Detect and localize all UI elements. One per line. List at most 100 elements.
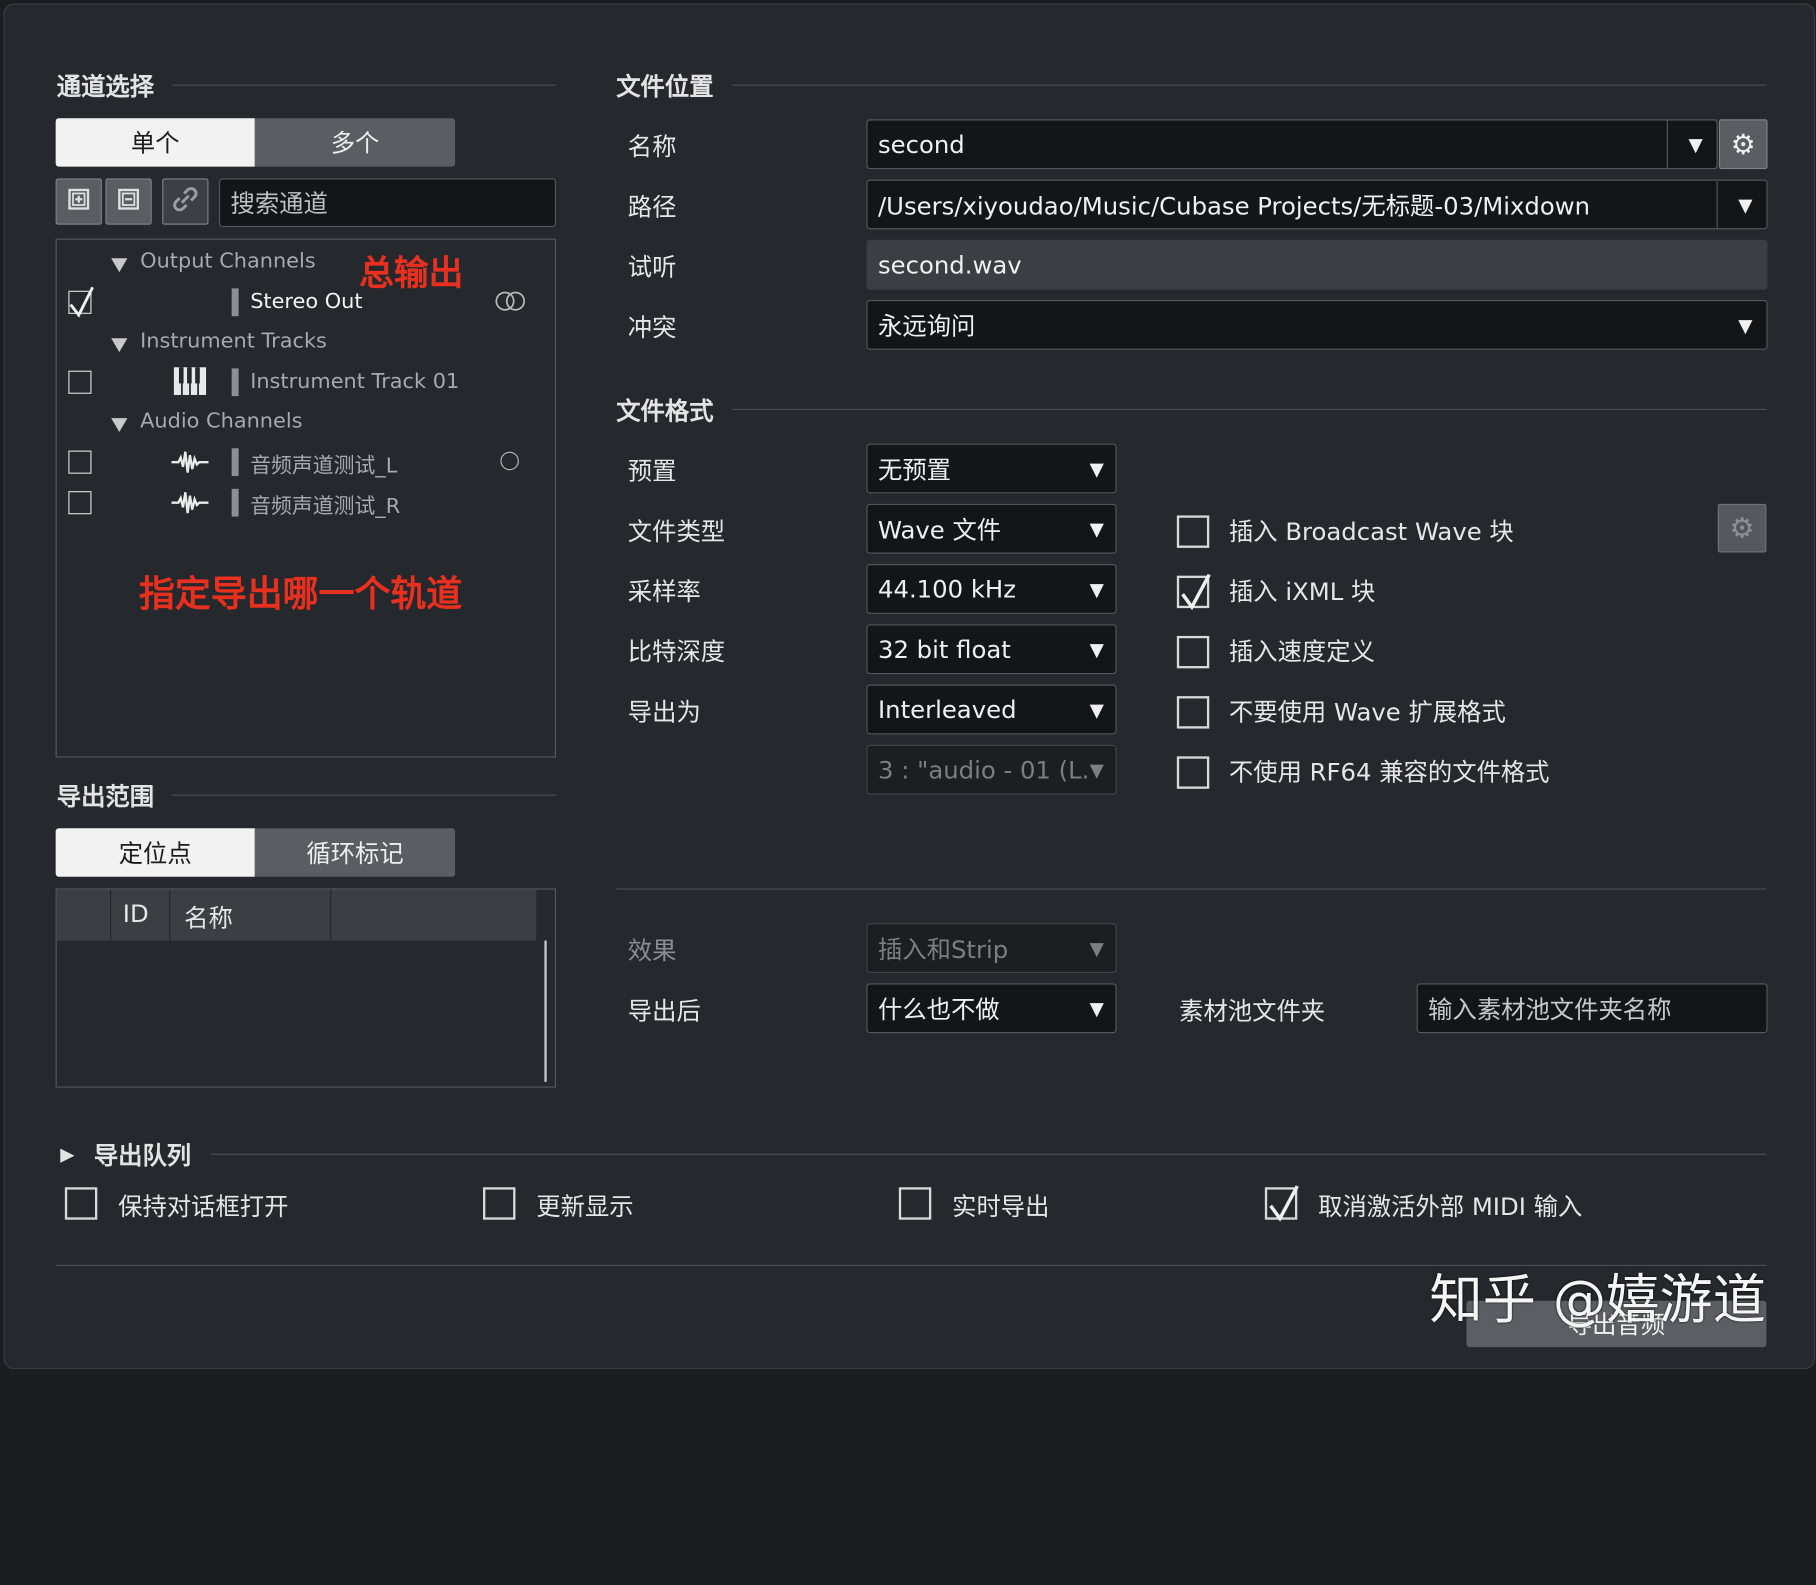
sample-rate-select[interactable]: 44.100 kHz ▼: [866, 564, 1117, 614]
dropdown-arrow-icon[interactable]: ▼: [1738, 193, 1752, 215]
annotation-pick-track: 指定导出哪一个轨道: [138, 573, 463, 616]
deactivate-midi-checkbox[interactable]: [1264, 1185, 1299, 1222]
path-input[interactable]: /Users/xiyoudao/Music/Cubase Projects/无标…: [866, 179, 1768, 230]
realtime-export-label: 实时导出: [952, 1193, 1050, 1221]
realtime-export-checkbox[interactable]: [898, 1187, 932, 1220]
queue-expand-icon[interactable]: ▶: [60, 1143, 74, 1165]
mode-cycle-button[interactable]: 循环标记: [254, 828, 456, 877]
instrument-track-checkbox[interactable]: [68, 370, 92, 394]
scrollbar[interactable]: [544, 940, 547, 1082]
conflict-label: 冲突: [627, 313, 677, 342]
channel-audio-r[interactable]: 音频声道测试_R: [250, 490, 400, 520]
mode-multi-button[interactable]: 多个: [254, 118, 456, 167]
audio-r-checkbox[interactable]: [68, 491, 92, 515]
file-type-label: 文件类型: [627, 517, 726, 546]
preset-label: 预置: [627, 457, 677, 486]
divider: [210, 1153, 1767, 1155]
preview-field: second.wav: [866, 239, 1768, 290]
preset-select[interactable]: 无预置 ▼: [866, 443, 1117, 494]
col-name[interactable]: 名称: [184, 900, 233, 935]
no-rf64-label: 不使用 RF64 兼容的文件格式: [1228, 758, 1550, 787]
stereo-out-checkbox[interactable]: [68, 286, 94, 318]
deactivate-midi-label: 取消激活外部 MIDI 输入: [1318, 1193, 1583, 1221]
name-label: 名称: [627, 133, 677, 162]
file-name-value: second: [877, 130, 965, 159]
mode-single-button[interactable]: 单个: [55, 118, 255, 167]
expand-triangle-icon[interactable]: [111, 418, 128, 433]
range-mode-toggle: 定位点 循环标记: [55, 828, 456, 877]
collapse-all-button[interactable]: [105, 178, 152, 225]
dropdown-arrow-icon: ▼: [1089, 937, 1104, 960]
mono-icon: [500, 451, 519, 471]
dropdown-arrow-icon: ▼: [1089, 638, 1104, 661]
waveform-icon: [171, 489, 209, 521]
group-instrument-tracks[interactable]: Instrument Tracks: [140, 329, 327, 353]
update-display-checkbox[interactable]: [483, 1187, 516, 1220]
conflict-select[interactable]: 永远询问 ▼: [866, 299, 1768, 350]
group-output-channels[interactable]: Output Channels: [140, 249, 316, 273]
after-export-select[interactable]: 什么也不做 ▼: [866, 983, 1117, 1034]
collapse-all-icon: [116, 186, 141, 216]
divider: [732, 84, 1767, 86]
keep-open-checkbox[interactable]: [64, 1187, 98, 1220]
export-as-label: 导出为: [627, 698, 701, 727]
expand-triangle-icon[interactable]: [111, 338, 128, 353]
checkmark-icon: [1269, 1185, 1299, 1222]
file-type-select[interactable]: Wave 文件 ▼: [866, 503, 1117, 554]
export-queue-title[interactable]: 导出队列: [94, 1137, 191, 1172]
sample-rate-label: 采样率: [627, 577, 701, 606]
sample-rate-value: 44.100 kHz: [877, 575, 1016, 603]
dropdown-arrow-icon[interactable]: ▼: [1688, 133, 1702, 155]
channel-stereo-out[interactable]: Stereo Out: [250, 290, 362, 314]
channel-search-input[interactable]: 搜索通道: [218, 178, 556, 228]
channel-instrument-track-01[interactable]: Instrument Track 01: [250, 369, 459, 393]
group-audio-channels[interactable]: Audio Channels: [140, 409, 302, 433]
expand-all-button[interactable]: [55, 178, 102, 225]
col-sep: [169, 889, 171, 941]
ixml-checkbox[interactable]: [1176, 573, 1211, 611]
stereo-link-icon: [493, 291, 528, 316]
export-as-select[interactable]: Interleaved ▼: [866, 684, 1117, 735]
no-wave-ext-checkbox[interactable]: [1176, 696, 1210, 729]
tempo-label: 插入速度定义: [1228, 638, 1375, 667]
path-label: 路径: [627, 193, 677, 222]
col-id[interactable]: ID: [123, 900, 149, 928]
piano-icon: [173, 367, 207, 399]
channel-mode-toggle: 单个 多个: [55, 118, 456, 167]
divider: [172, 794, 556, 796]
audio-l-checkbox[interactable]: [68, 450, 92, 474]
update-display-label: 更新显示: [536, 1193, 634, 1221]
channel-value: 3 : "audio - 01 (L.: [877, 755, 1090, 784]
checkmark-icon: [1181, 573, 1211, 611]
dropdown-arrow-icon: ▼: [1738, 313, 1753, 336]
broadcast-wave-checkbox[interactable]: [1176, 515, 1210, 548]
dropdown-arrow-icon: ▼: [1089, 997, 1104, 1020]
file-location-title: 文件位置: [616, 72, 714, 101]
bit-depth-select[interactable]: 32 bit float ▼: [866, 624, 1117, 675]
channel-select-disabled: 3 : "audio - 01 (L. ▼: [866, 744, 1117, 795]
link-button[interactable]: [162, 178, 209, 225]
pool-folder-input[interactable]: 输入素材池文件夹名称: [1416, 983, 1768, 1034]
file-name-input[interactable]: second ▼: [866, 119, 1718, 170]
track-color-bar: [231, 488, 239, 517]
no-rf64-checkbox[interactable]: [1176, 756, 1210, 789]
gear-icon: ⚙: [1729, 511, 1755, 545]
mode-locator-button[interactable]: 定位点: [55, 828, 255, 877]
gear-icon: ⚙: [1730, 127, 1756, 161]
divider: [616, 888, 1767, 890]
after-export-value: 什么也不做: [877, 995, 1000, 1024]
after-export-label: 导出后: [627, 997, 701, 1026]
channel-select-title: 通道选择: [56, 72, 155, 101]
channel-audio-l[interactable]: 音频声道测试_L: [250, 449, 397, 479]
effects-label: 效果: [627, 937, 677, 965]
link-icon: [170, 184, 200, 219]
broadcast-wave-label: 插入 Broadcast Wave 块: [1228, 517, 1514, 546]
expand-triangle-icon[interactable]: [111, 258, 128, 273]
name-settings-button[interactable]: ⚙: [1718, 119, 1768, 170]
tempo-checkbox[interactable]: [1176, 635, 1210, 669]
path-value: /Users/xiyoudao/Music/Cubase Projects/无标…: [877, 191, 1591, 220]
dropdown-arrow-icon: ▼: [1089, 698, 1104, 721]
track-color-bar: [231, 288, 239, 317]
divider: [732, 408, 1767, 411]
broadcast-settings-button[interactable]: ⚙: [1717, 503, 1767, 553]
